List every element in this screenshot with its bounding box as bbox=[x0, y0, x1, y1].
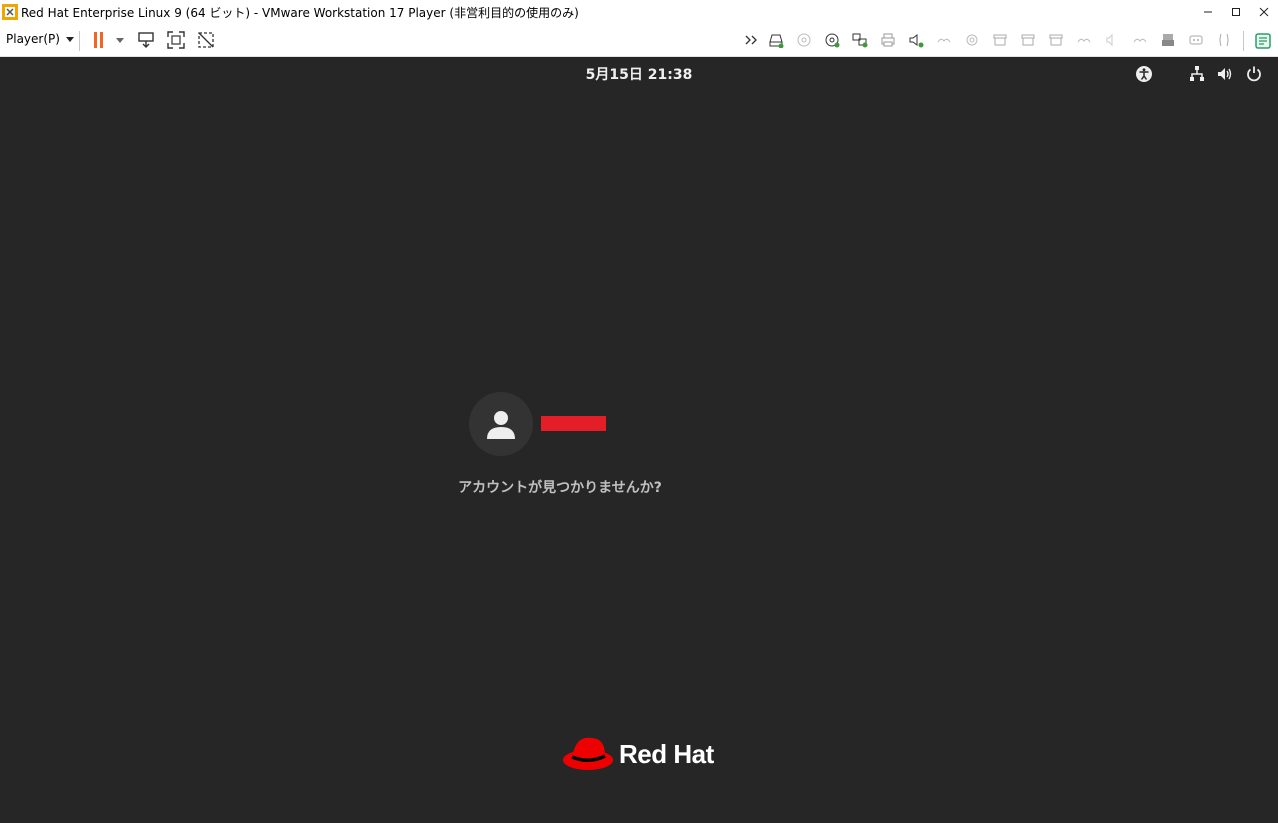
user-avatar[interactable] bbox=[469, 392, 533, 456]
player-toolbar: Player(P) bbox=[0, 24, 1278, 57]
player-menu[interactable]: Player(P) bbox=[6, 32, 74, 46]
red-hat-logo: Red Hat bbox=[563, 734, 714, 774]
pause-button[interactable] bbox=[89, 30, 109, 50]
red-hat-logo-text: Red Hat bbox=[619, 738, 714, 769]
fullscreen-button[interactable] bbox=[166, 30, 186, 50]
top-bar-clock[interactable]: 5月15日 21:38 bbox=[0, 64, 1278, 84]
usb-device-icon[interactable] bbox=[936, 32, 952, 48]
vmware-app-icon bbox=[2, 4, 18, 20]
cd-dvd-icon[interactable] bbox=[796, 32, 812, 48]
bluetooth-device-icon[interactable] bbox=[1076, 32, 1092, 48]
send-ctrl-alt-del-button[interactable] bbox=[136, 30, 156, 50]
volume-icon[interactable] bbox=[1216, 65, 1234, 83]
window-title: Red Hat Enterprise Linux 9 (64 ビット) - VM… bbox=[21, 5, 579, 20]
parallel-port-icon[interactable] bbox=[1216, 32, 1232, 48]
cd-dvd-connected-icon[interactable] bbox=[824, 32, 840, 48]
ctrl-alt-del-icon bbox=[138, 32, 154, 48]
sound-card-icon[interactable] bbox=[908, 32, 924, 48]
maximize-button[interactable] bbox=[1222, 0, 1250, 24]
toolbar-divider-right bbox=[1243, 31, 1244, 51]
floppy-icon[interactable] bbox=[1160, 32, 1176, 48]
network-wired-icon[interactable] bbox=[1188, 65, 1206, 83]
unity-mode-button[interactable] bbox=[196, 30, 216, 50]
hard-disk-icon[interactable] bbox=[768, 32, 784, 49]
printer-icon[interactable] bbox=[880, 32, 896, 48]
camera-icon[interactable] bbox=[964, 32, 980, 48]
user-icon bbox=[487, 411, 515, 439]
chevron-down-icon bbox=[116, 37, 124, 43]
unity-icon bbox=[198, 32, 214, 48]
more-devices-icon[interactable] bbox=[744, 32, 760, 48]
not-listed-link[interactable]: アカウントが見つかりませんか? bbox=[440, 477, 680, 497]
red-hat-fedora-icon bbox=[563, 737, 613, 770]
serial-port-icon[interactable] bbox=[1188, 32, 1204, 48]
toolbar-divider bbox=[79, 31, 80, 51]
accessibility-icon[interactable] bbox=[1135, 65, 1153, 83]
chevron-down-icon bbox=[65, 36, 74, 42]
speaker-device-icon[interactable] bbox=[1104, 32, 1120, 48]
usb-drive-icon-3[interactable] bbox=[1048, 32, 1064, 48]
player-menu-label: Player(P) bbox=[6, 32, 60, 46]
vm-guest-display[interactable]: 5月15日 21:38 アカウントが見つかりませんか? Red Hat bbox=[0, 57, 1278, 823]
window-title-bar: Red Hat Enterprise Linux 9 (64 ビット) - VM… bbox=[0, 0, 1278, 24]
close-button[interactable] bbox=[1250, 0, 1278, 24]
fullscreen-icon bbox=[167, 31, 185, 49]
network-adapter-icon[interactable] bbox=[852, 32, 868, 48]
redacted-user-name[interactable] bbox=[541, 416, 606, 431]
power-icon[interactable] bbox=[1245, 65, 1263, 83]
usb-drive-icon-2[interactable] bbox=[1020, 32, 1036, 48]
usb-hub-icon[interactable] bbox=[1132, 32, 1148, 48]
pause-icon bbox=[94, 32, 103, 48]
usb-drive-icon-1[interactable] bbox=[992, 32, 1008, 48]
message-log-icon[interactable] bbox=[1254, 32, 1271, 49]
minimize-button[interactable] bbox=[1194, 0, 1222, 24]
power-options-dropdown[interactable] bbox=[113, 30, 127, 50]
